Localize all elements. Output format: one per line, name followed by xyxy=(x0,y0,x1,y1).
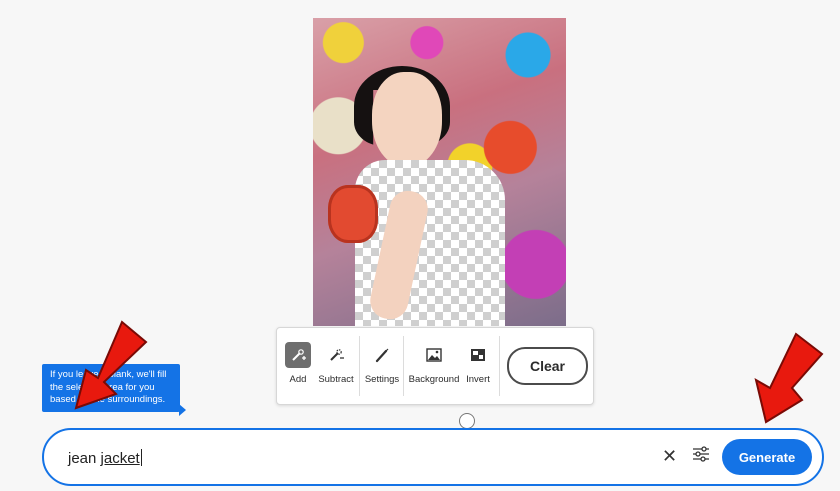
annotation-arrow-left xyxy=(74,320,148,410)
tool-subtract-label: Subtract xyxy=(318,374,354,385)
text-caret xyxy=(140,449,142,466)
close-icon[interactable]: ✕ xyxy=(662,446,677,467)
tool-invert-label: Invert xyxy=(466,374,490,385)
clear-button[interactable]: Clear xyxy=(507,347,588,385)
tool-background-label: Background xyxy=(408,374,460,385)
person-face xyxy=(372,72,442,167)
prompt-bar: jean jacket ✕ Generate xyxy=(42,428,824,486)
generate-button[interactable]: Generate xyxy=(722,439,812,475)
tool-settings-label: Settings xyxy=(364,374,400,385)
brush-settings-icon xyxy=(369,342,395,368)
toolbar-divider xyxy=(499,336,500,396)
image-background-icon xyxy=(421,342,447,368)
selection-toolbar: Add Subtract Settings Background Invert … xyxy=(276,327,594,405)
tool-add-label: Add xyxy=(289,374,307,385)
tool-invert[interactable]: Invert xyxy=(465,334,491,398)
tool-settings[interactable]: Settings xyxy=(365,334,399,398)
toolbar-drag-handle[interactable] xyxy=(459,413,475,429)
prompt-input[interactable]: jean jacket xyxy=(68,449,142,467)
tool-background[interactable]: Background xyxy=(409,334,459,398)
annotation-arrow-right xyxy=(754,332,824,424)
prompt-word: jacket xyxy=(100,450,140,467)
toolbar-divider xyxy=(359,336,360,396)
prompt-word: jean xyxy=(68,450,97,467)
toolbar-divider xyxy=(403,336,404,396)
red-lantern xyxy=(328,185,378,243)
tool-add[interactable]: Add xyxy=(285,334,311,398)
tool-subtract[interactable]: Subtract xyxy=(318,334,354,398)
invert-icon xyxy=(465,342,491,368)
sliders-icon[interactable] xyxy=(692,446,710,467)
brush-subtract-icon xyxy=(323,342,349,368)
brush-add-icon xyxy=(285,342,311,368)
